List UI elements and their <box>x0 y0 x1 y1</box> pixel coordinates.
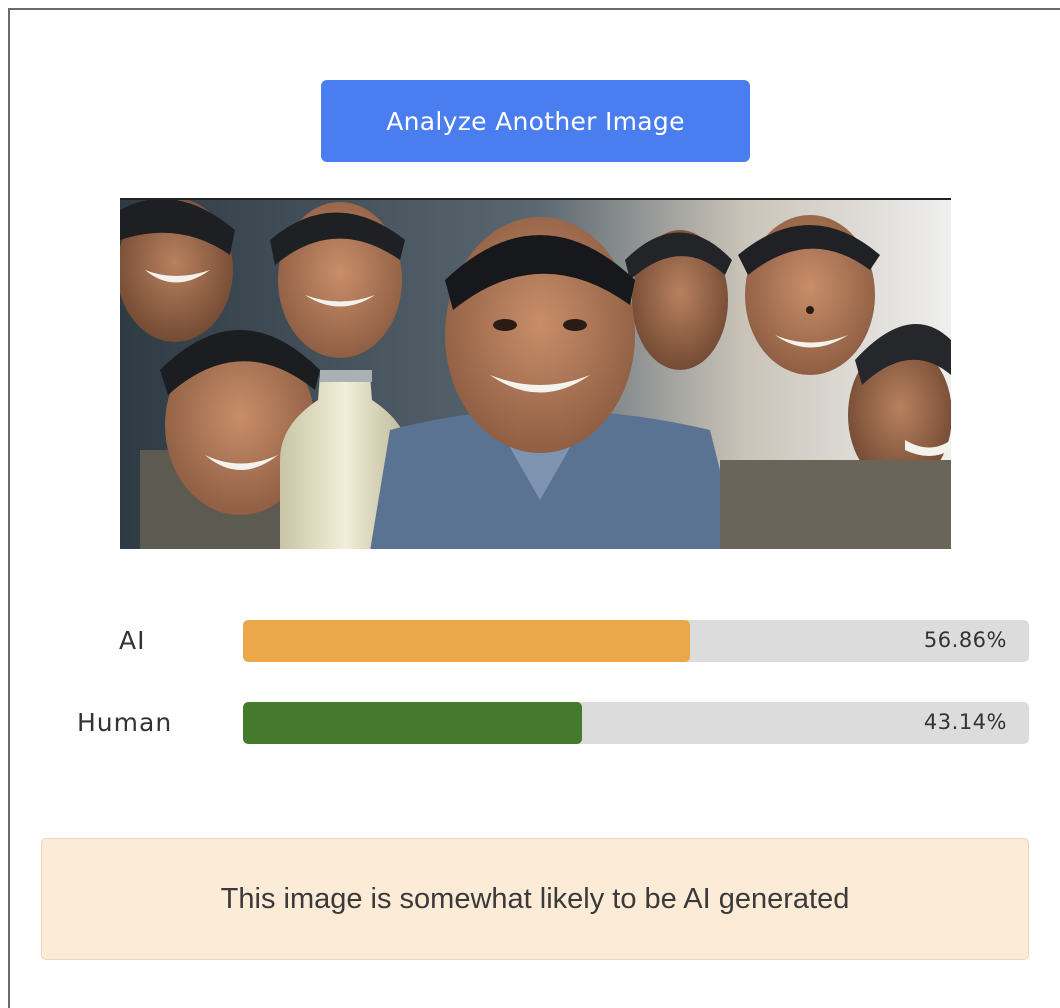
result-label-ai: AI <box>119 626 146 655</box>
result-label-human: Human <box>77 708 173 737</box>
verdict-message: This image is somewhat likely to be AI g… <box>41 838 1029 960</box>
result-row-ai: AI 56.86% <box>0 620 1060 662</box>
result-row-human: Human 43.14% <box>0 702 1060 744</box>
result-value-ai: 56.86% <box>923 628 1007 652</box>
result-track-ai: 56.86% <box>243 620 1029 662</box>
result-track-human: 43.14% <box>243 702 1029 744</box>
result-bar-human <box>243 702 583 744</box>
verdict-text: This image is somewhat likely to be AI g… <box>220 882 850 915</box>
result-value-human: 43.14% <box>923 710 1007 734</box>
result-bar-ai <box>243 620 690 662</box>
analyze-another-image-button[interactable]: Analyze Another Image <box>321 80 750 162</box>
analyzed-image <box>120 198 951 549</box>
